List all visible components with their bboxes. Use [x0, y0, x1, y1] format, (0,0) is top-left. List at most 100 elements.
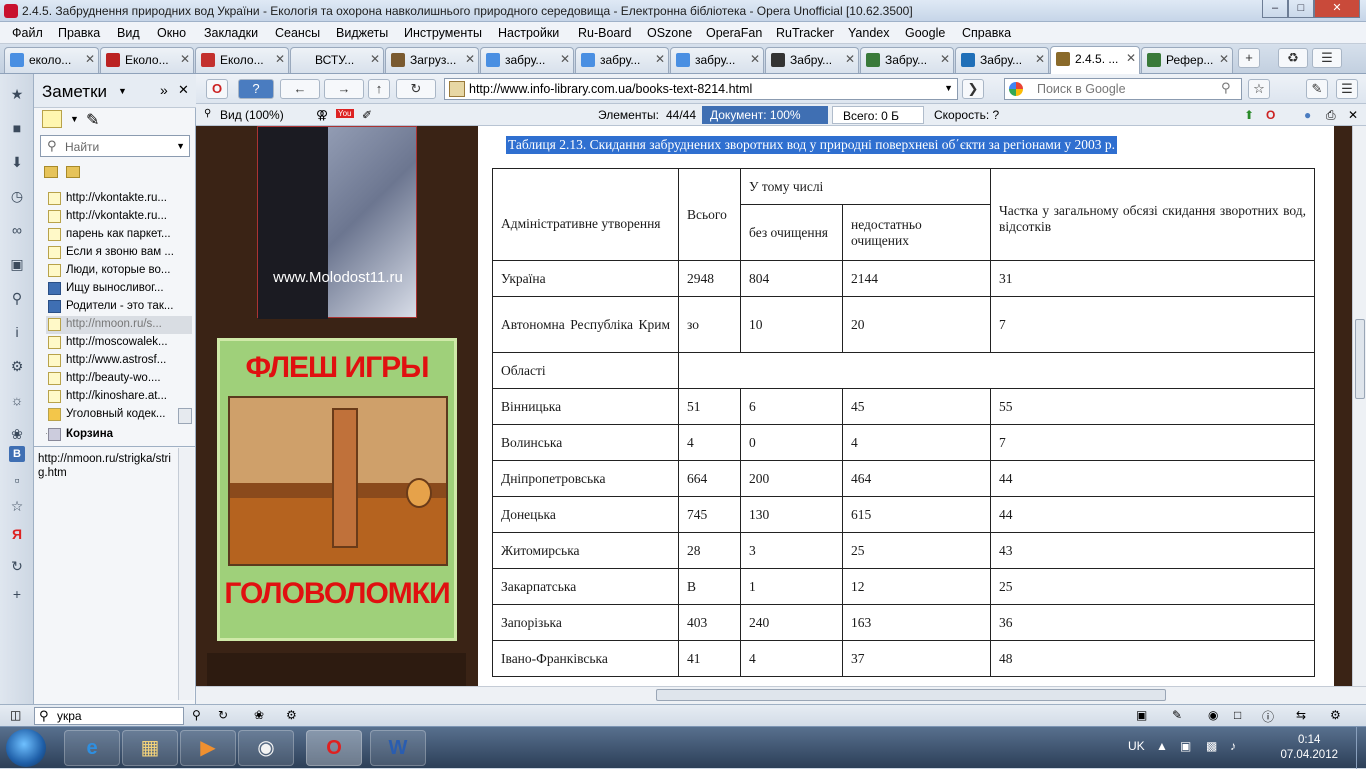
toggle-panel-icon[interactable]: ◫: [10, 708, 21, 722]
list-item[interactable]: Уголовный кодек...: [46, 406, 192, 424]
scroll-thumb[interactable]: [656, 689, 1166, 701]
list-item[interactable]: http://vkontakte.ru...: [46, 190, 192, 208]
turbo-icon[interactable]: ◉: [1208, 708, 1218, 722]
flag-panel-icon[interactable]: ▫: [9, 472, 25, 488]
app-icon[interactable]: ◉: [238, 730, 294, 766]
notes-icon[interactable]: ✎: [1306, 79, 1328, 99]
close-tab-icon[interactable]: ✕: [465, 52, 475, 66]
menu-view[interactable]: Вид: [117, 26, 140, 40]
zoom-level[interactable]: Вид (100%): [220, 108, 284, 122]
minimize-button[interactable]: –: [1262, 0, 1288, 18]
list-item[interactable]: Ищу выносливог...: [46, 280, 192, 298]
up-arrow-icon[interactable]: ⬆: [1244, 108, 1254, 122]
list-item[interactable]: http://kinoshare.at...: [46, 388, 192, 406]
search-panel-icon[interactable]: ⚲: [9, 290, 25, 306]
tab-8[interactable]: забру... ✕: [670, 47, 764, 73]
menu-bookmarks[interactable]: Закладки: [204, 26, 258, 40]
menu-help[interactable]: Справка: [962, 26, 1011, 40]
preview-scrollbar[interactable]: [178, 448, 194, 700]
language-indicator[interactable]: UK: [1128, 739, 1145, 753]
add-panel-icon[interactable]: +: [9, 586, 25, 602]
close-tab-icon[interactable]: ✕: [1126, 51, 1136, 65]
list-item[interactable]: Родители - это так...: [46, 298, 192, 316]
tab-11[interactable]: Забру... ✕: [955, 47, 1049, 73]
tab-13[interactable]: Рефер... ✕: [1141, 47, 1233, 73]
info-icon[interactable]: ⓘ: [1262, 708, 1274, 725]
close-tab-icon[interactable]: ✕: [370, 52, 380, 66]
start-button[interactable]: [6, 729, 46, 767]
menu-ruboard[interactable]: Ru-Board: [578, 26, 632, 40]
bookmarks-panel-icon[interactable]: ★: [9, 86, 25, 102]
menu-file[interactable]: Файл: [12, 26, 43, 40]
trash-folder[interactable]: ▶ Корзина: [46, 426, 192, 444]
notes-scrollbar[interactable]: [178, 408, 192, 424]
list-item[interactable]: http://beauty-wo....: [46, 370, 192, 388]
new-note-icon[interactable]: [42, 110, 62, 128]
chevron-down-icon[interactable]: ▼: [118, 86, 127, 96]
tab-7[interactable]: забру... ✕: [575, 47, 669, 73]
chevron-down-icon[interactable]: ▼: [70, 114, 79, 124]
media-player-icon[interactable]: ▶: [180, 730, 236, 766]
close-tab-icon[interactable]: ✕: [1219, 52, 1229, 66]
scroll-thumb[interactable]: [1355, 319, 1365, 399]
tray-arrow-icon[interactable]: ▲: [1156, 739, 1168, 753]
turbo-icon[interactable]: ●: [1304, 108, 1311, 122]
tab-1[interactable]: еколо... ✕: [4, 47, 99, 73]
folder-icon[interactable]: [44, 166, 58, 178]
close-toolbar-icon[interactable]: ✕: [1348, 108, 1358, 122]
close-tab-icon[interactable]: ✕: [655, 52, 665, 66]
new-folder-icon[interactable]: [66, 166, 80, 178]
close-tab-icon[interactable]: ✕: [180, 52, 190, 66]
info-panel-icon[interactable]: i: [9, 324, 25, 340]
close-tab-icon[interactable]: ✕: [845, 52, 855, 66]
star-panel-icon[interactable]: ☆: [9, 498, 25, 514]
close-tab-icon[interactable]: ✕: [275, 52, 285, 66]
list-item[interactable]: http://moscowalek...: [46, 334, 192, 352]
menu-yandex[interactable]: Yandex: [848, 26, 889, 40]
show-desktop-button[interactable]: [1356, 727, 1366, 769]
list-item[interactable]: http://vkontakte.ru...: [46, 208, 192, 226]
downloads-panel-icon[interactable]: ⬇: [9, 154, 25, 170]
maximize-button[interactable]: □: [1288, 0, 1314, 18]
volume-icon[interactable]: ♪: [1230, 739, 1236, 753]
list-item[interactable]: Если я звоню вам ...: [46, 244, 192, 262]
window-list-icon[interactable]: ☰: [1312, 48, 1342, 68]
blocker-icon[interactable]: ⚙: [286, 708, 297, 722]
menu-sessions[interactable]: Сеансы: [275, 26, 320, 40]
yandex-panel-icon[interactable]: Я: [9, 526, 25, 542]
menu-operafan[interactable]: OperaFan: [706, 26, 762, 40]
close-tab-icon[interactable]: ✕: [940, 52, 950, 66]
reload-button[interactable]: ↻: [396, 79, 436, 99]
links-panel-icon[interactable]: ∞: [9, 222, 25, 238]
fullscreen-icon[interactable]: □: [1234, 708, 1241, 722]
notes-search-input[interactable]: ⚲ Найти ▼: [40, 135, 190, 157]
vkontakte-panel-icon[interactable]: B: [9, 446, 25, 462]
word-icon[interactable]: W: [370, 730, 426, 766]
close-tab-icon[interactable]: ✕: [560, 52, 570, 66]
youtube-icon[interactable]: You: [336, 109, 354, 118]
opera-menu-icon[interactable]: O: [206, 79, 228, 99]
network-icon[interactable]: ▩: [1206, 739, 1217, 753]
tools-icon[interactable]: ✐: [362, 108, 372, 122]
home-button[interactable]: ↑: [368, 79, 390, 99]
panels-icon[interactable]: ☰: [1336, 79, 1358, 99]
menu-window[interactable]: Окно: [157, 26, 186, 40]
close-button[interactable]: ✕: [1314, 0, 1360, 18]
back-button[interactable]: ←: [280, 79, 320, 99]
image-icon[interactable]: ▣: [1136, 708, 1147, 722]
menu-rutracker[interactable]: RuTracker: [776, 26, 834, 40]
tab-12-active[interactable]: 2.4.5. ... ✕: [1050, 46, 1140, 74]
go-button[interactable]: ❯: [962, 79, 984, 99]
forward-button[interactable]: →: [324, 79, 364, 99]
widgets-panel-icon[interactable]: ☼: [9, 392, 25, 408]
ie-icon[interactable]: e: [64, 730, 120, 766]
close-panel-icon[interactable]: ✕: [178, 82, 189, 98]
close-tab-icon[interactable]: ✕: [750, 52, 760, 66]
help-icon[interactable]: ?: [238, 79, 274, 99]
opera-taskbar-icon[interactable]: O: [306, 730, 362, 766]
network-panel-icon[interactable]: ❀: [9, 426, 25, 442]
zoom-icon[interactable]: ⚲: [192, 708, 201, 722]
tab-5[interactable]: Загруз... ✕: [385, 47, 479, 73]
list-item[interactable]: http://www.astrosf...: [46, 352, 192, 370]
list-item[interactable]: парень как паркет...: [46, 226, 192, 244]
